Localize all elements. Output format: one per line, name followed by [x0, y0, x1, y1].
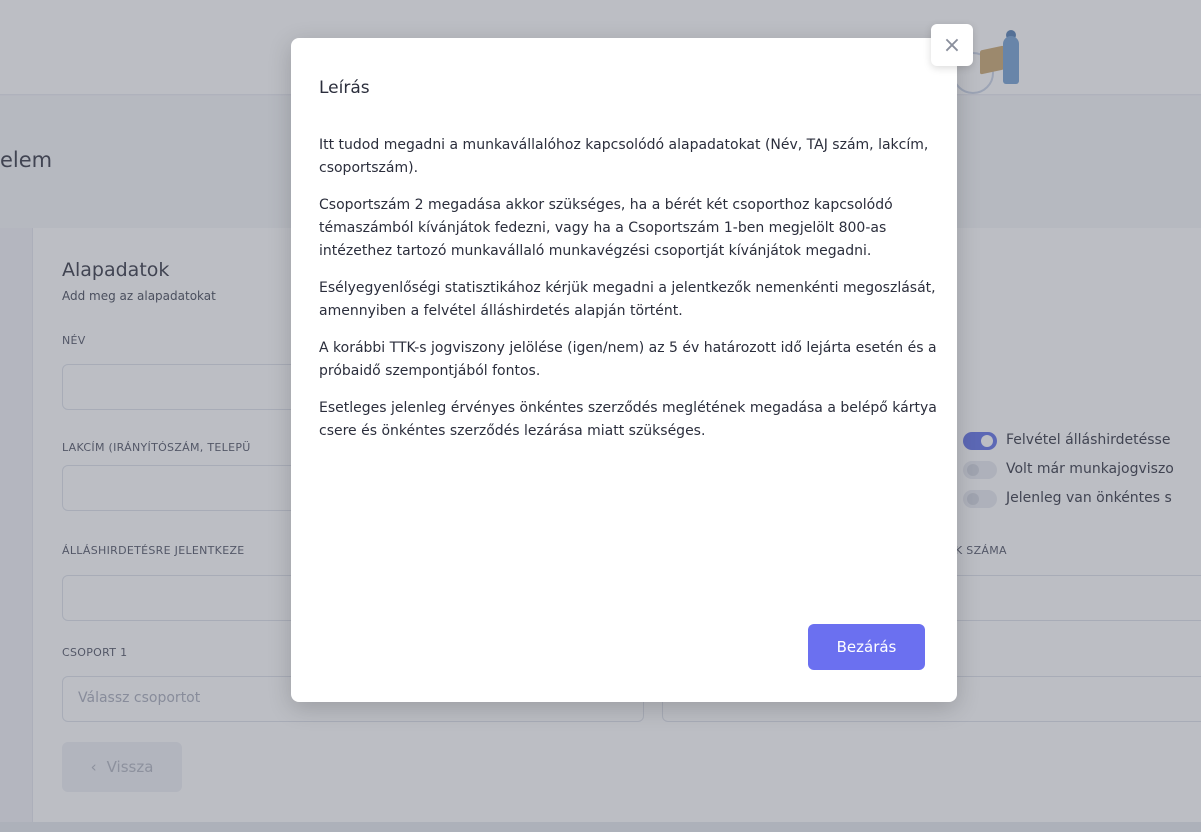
modal-paragraph: Esetleges jelenleg érvényes önkéntes sze…: [319, 400, 937, 439]
modal-body: Itt tudod megadni a munkavállalóhoz kapc…: [319, 134, 939, 457]
modal-paragraph: Itt tudod megadni a munkavállalóhoz kapc…: [319, 137, 929, 176]
description-modal: Leírás Itt tudod megadni a munkavállalóh…: [291, 38, 957, 702]
close-icon: ×: [942, 32, 962, 58]
modal-paragraph: A korábbi TTK-s jogviszony jelölése (ige…: [319, 340, 937, 379]
modal-title: Leírás: [319, 78, 370, 98]
modal-close-button[interactable]: ×: [931, 24, 973, 66]
modal-paragraph: Esélyegyenlőségi statisztikához kérjük m…: [319, 280, 936, 319]
close-modal-button[interactable]: Bezárás: [808, 624, 925, 670]
modal-paragraph: Csoportszám 2 megadása akkor szükséges, …: [319, 197, 893, 259]
